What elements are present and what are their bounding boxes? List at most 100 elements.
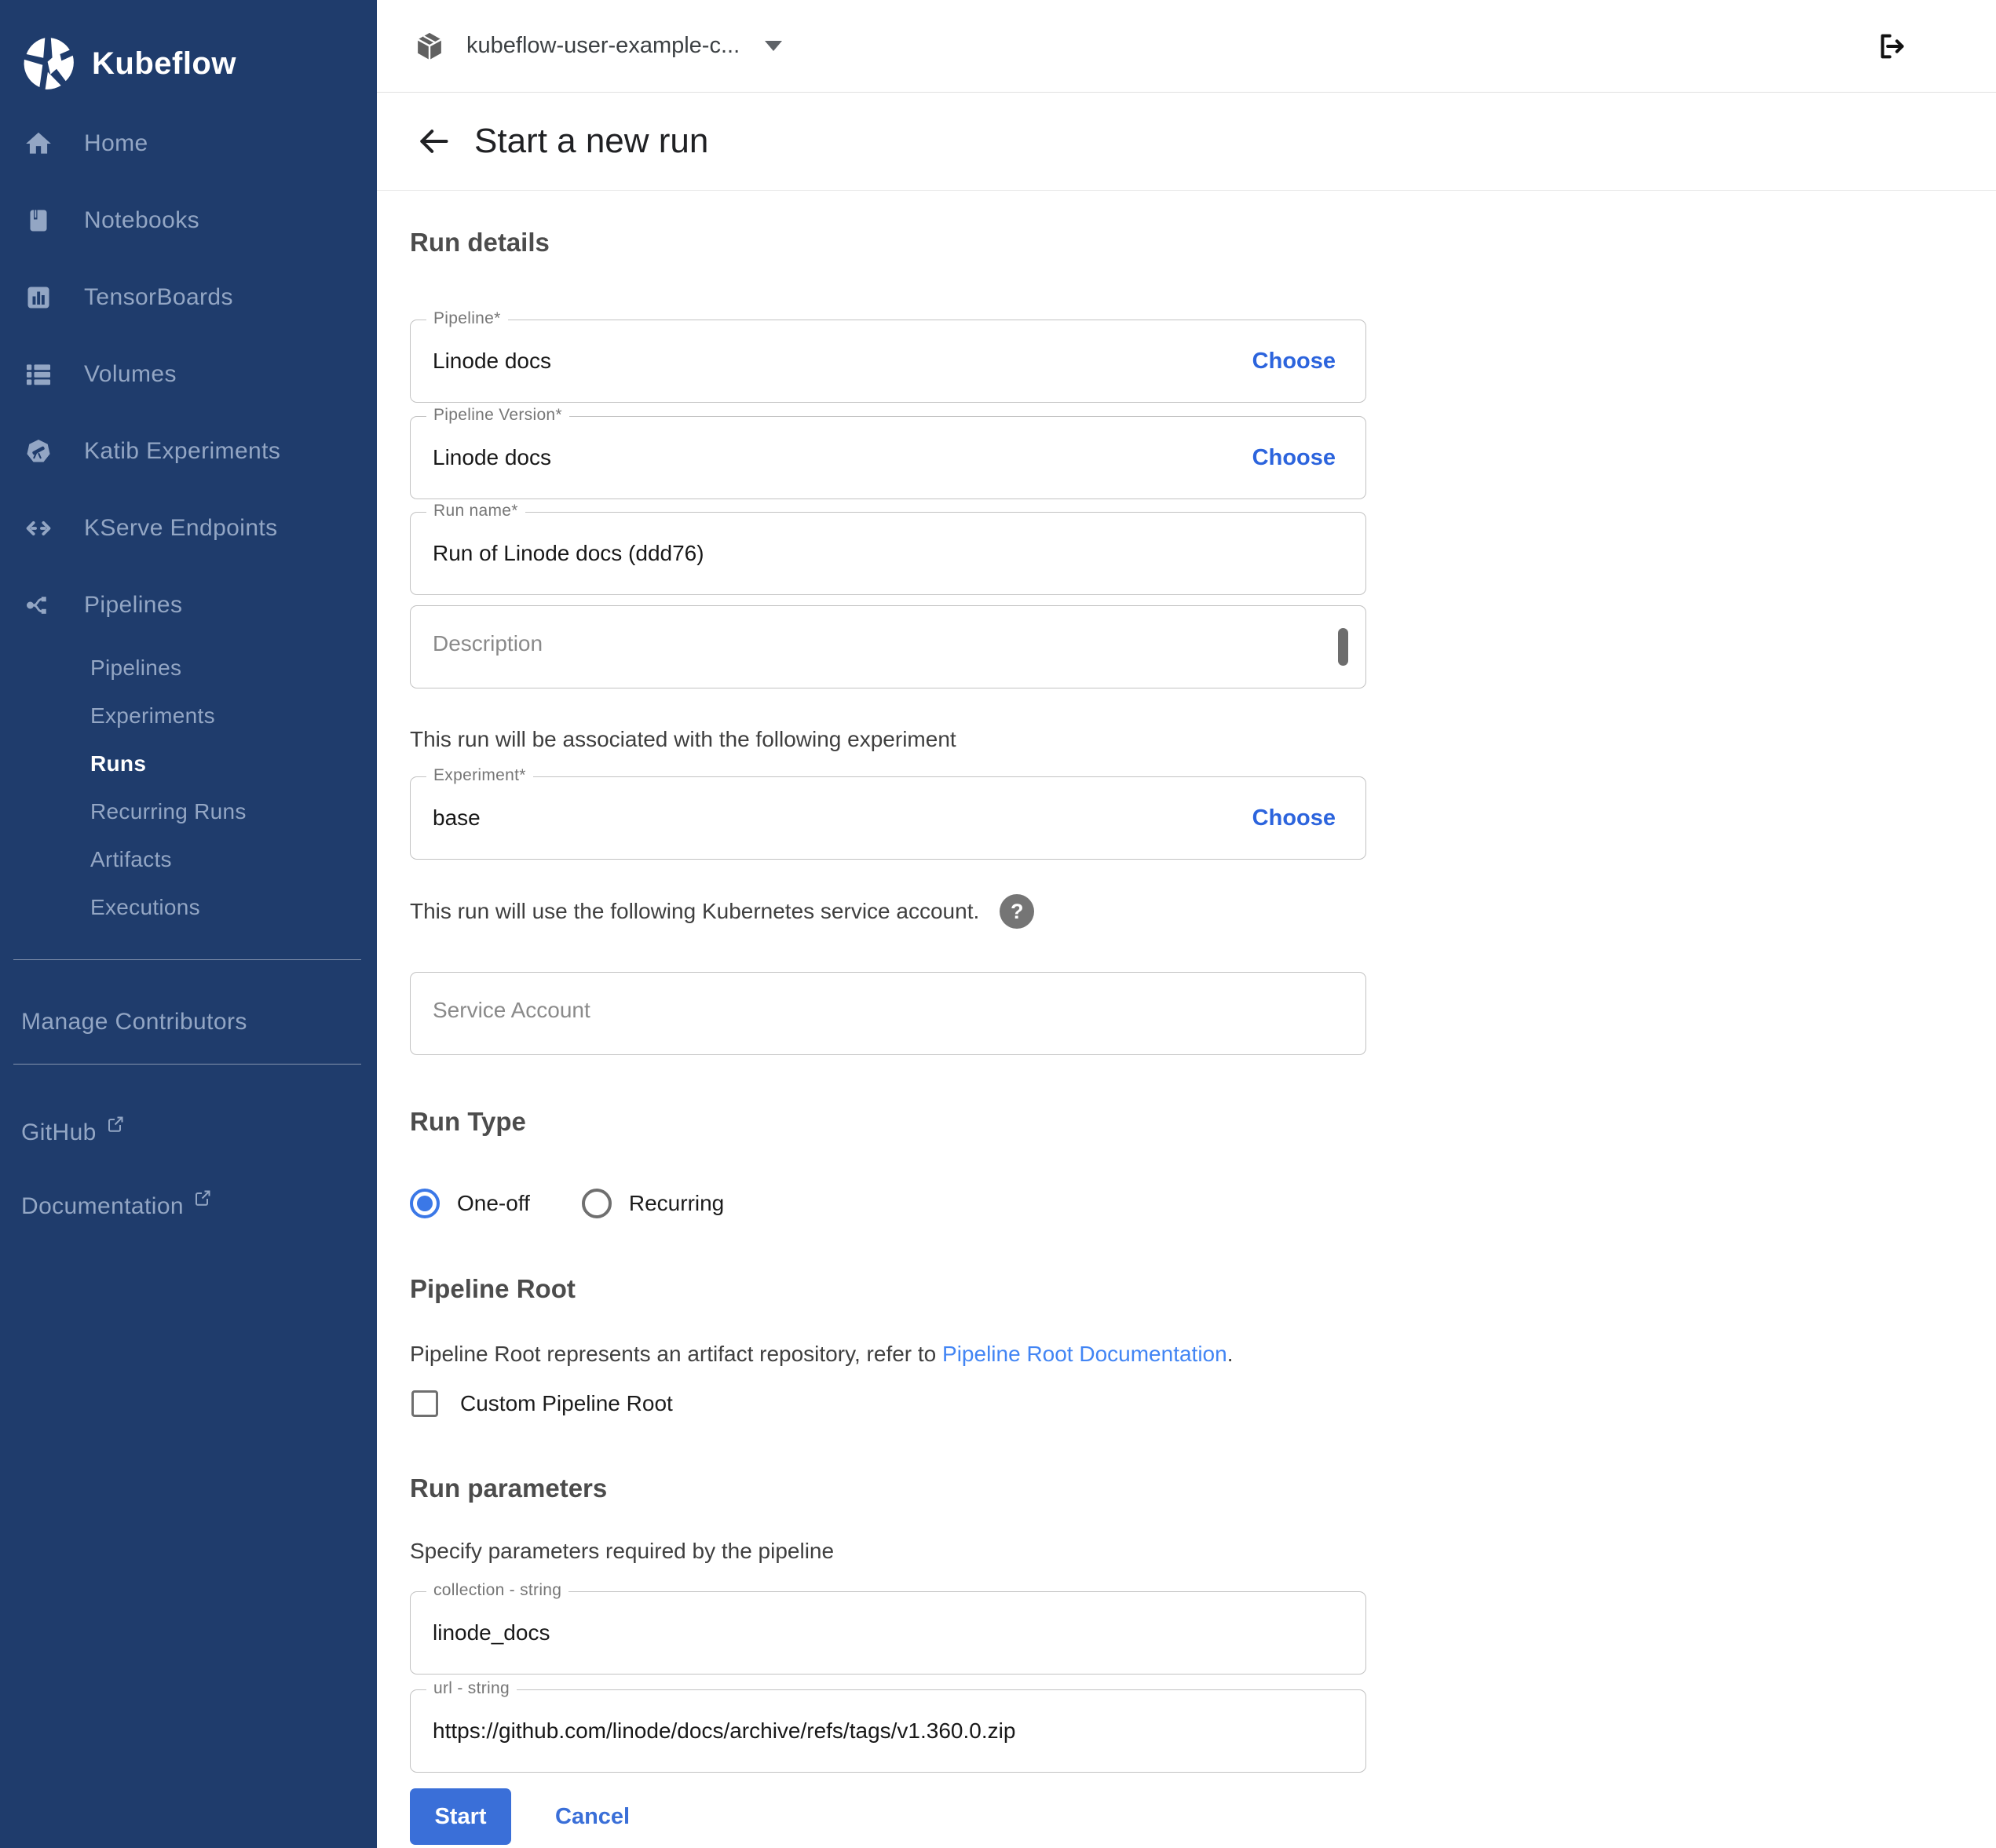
sidebar-item-katib-experiments[interactable]: Katib Experiments (0, 413, 377, 490)
page-header: Start a new run (377, 93, 1996, 191)
manage-contributors-label: Manage Contributors (21, 1009, 247, 1035)
sidebar-item-label: KServe Endpoints (84, 515, 278, 542)
run-name-field: Run name* (410, 512, 1366, 595)
param-url-field: url - string (410, 1689, 1366, 1773)
custom-pipeline-root-label: Custom Pipeline Root (460, 1391, 673, 1416)
service-account-input[interactable] (411, 998, 1365, 1023)
sidebar-item-notebooks[interactable]: Notebooks (0, 182, 377, 259)
run-name-field-label: Run name* (426, 502, 525, 520)
volumes-icon (21, 357, 56, 392)
pipeline-field: Pipeline* Linode docs Choose (410, 320, 1366, 403)
pipeline-version-field: Pipeline Version* Linode docs Choose (410, 416, 1366, 499)
sidebar-item-pipelines[interactable]: Pipelines (0, 567, 377, 644)
run-type-options: One-off Recurring (410, 1186, 1996, 1221)
sidebar-subitem-executions[interactable]: Executions (0, 883, 377, 931)
service-account-field (410, 972, 1366, 1055)
subitem-label: Experiments (90, 703, 215, 729)
pipeline-root-description: Pipeline Root represents an artifact rep… (410, 1340, 1996, 1368)
service-account-note: This run will use the following Kubernet… (410, 898, 979, 925)
kubeflow-logo-icon (21, 35, 78, 92)
subitem-label: Recurring Runs (90, 799, 247, 824)
pipeline-root-text-suffix: . (1227, 1342, 1234, 1366)
sidebar-subitem-runs[interactable]: Runs (0, 740, 377, 787)
external-link-icon (106, 1115, 125, 1134)
sidebar-item-label: Pipelines (84, 592, 182, 619)
sidebar-item-label: Notebooks (84, 207, 199, 234)
custom-pipeline-root-checkbox[interactable]: Custom Pipeline Root (410, 1389, 1996, 1419)
description-scrollbar-thumb[interactable] (1338, 628, 1348, 666)
help-icon[interactable]: ? (1000, 894, 1034, 929)
form-actions: Start Cancel (410, 1788, 1996, 1845)
code-arrows-icon (21, 511, 56, 546)
radio-recurring[interactable]: Recurring (582, 1189, 724, 1218)
logout-icon[interactable] (1877, 31, 1908, 62)
pipeline-version-field-label: Pipeline Version* (426, 406, 569, 425)
param-collection-label: collection - string (426, 1581, 568, 1600)
pipeline-version-choose-button[interactable]: Choose (1252, 445, 1336, 471)
sidebar-item-manage-contributors[interactable]: Manage Contributors (0, 960, 377, 1035)
sidebar-item-label: Katib Experiments (84, 438, 280, 465)
sidebar-item-tensorboards[interactable]: TensorBoards (0, 259, 377, 336)
run-name-input[interactable] (411, 513, 1365, 594)
namespace-cube-icon (413, 30, 446, 63)
page-title: Start a new run (474, 122, 708, 161)
pipeline-root-doc-link[interactable]: Pipeline Root Documentation (942, 1342, 1227, 1366)
radio-unselected-icon (582, 1189, 612, 1218)
run-type-heading: Run Type (410, 1106, 1996, 1138)
sidebar-subitem-experiments[interactable]: Experiments (0, 692, 377, 740)
notebook-icon (21, 203, 56, 238)
github-label: GitHub (21, 1119, 97, 1146)
sidebar-link-github[interactable]: GitHub (0, 1119, 377, 1146)
run-parameters-heading: Run parameters (410, 1473, 1996, 1504)
radio-selected-icon (410, 1189, 440, 1218)
bar-chart-icon (21, 280, 56, 315)
pipeline-root-text: Pipeline Root represents an artifact rep… (410, 1342, 942, 1366)
experiment-choose-button[interactable]: Choose (1252, 805, 1336, 831)
subitem-label: Artifacts (90, 847, 172, 872)
radio-one-off[interactable]: One-off (410, 1189, 530, 1218)
form-body: Run details Pipeline* Linode docs Choose… (377, 191, 1996, 1848)
chevron-down-icon (765, 41, 782, 51)
pipelines-icon (21, 588, 56, 623)
description-input[interactable] (411, 631, 1365, 656)
param-url-label: url - string (426, 1679, 517, 1698)
sidebar-subitem-artifacts[interactable]: Artifacts (0, 835, 377, 883)
subitem-label: Executions (90, 895, 200, 920)
sidebar-divider (13, 1064, 361, 1065)
checkbox-unchecked-icon (411, 1390, 438, 1417)
namespace-selector[interactable]: kubeflow-user-example-c... (413, 30, 782, 63)
cancel-button[interactable]: Cancel (555, 1804, 630, 1830)
pipeline-field-label: Pipeline* (426, 309, 508, 328)
sidebar-item-label: TensorBoards (84, 284, 233, 311)
pipeline-field-value: Linode docs (433, 349, 551, 374)
description-field (410, 605, 1366, 688)
documentation-label: Documentation (21, 1193, 184, 1220)
recurring-label: Recurring (629, 1191, 724, 1216)
param-collection-field: collection - string (410, 1591, 1366, 1675)
sidebar-item-kserve-endpoints[interactable]: KServe Endpoints (0, 490, 377, 567)
main-area: kubeflow-user-example-c... Start a new r… (377, 0, 1996, 1848)
start-button[interactable]: Start (410, 1788, 511, 1845)
arrow-back-icon[interactable] (416, 124, 451, 159)
kubeflow-app: Kubeflow Home Notebooks TensorBoards (0, 0, 1996, 1848)
sidebar-link-documentation[interactable]: Documentation (0, 1193, 377, 1220)
katib-icon (21, 434, 56, 469)
experiment-field: Experiment* base Choose (410, 776, 1366, 860)
experiment-field-label: Experiment* (426, 766, 533, 785)
sidebar-subitem-pipelines[interactable]: Pipelines (0, 644, 377, 692)
pipeline-version-field-value: Linode docs (433, 445, 551, 470)
pipeline-choose-button[interactable]: Choose (1252, 349, 1336, 374)
sidebar-subitem-recurring-runs[interactable]: Recurring Runs (0, 787, 377, 835)
sidebar-item-label: Volumes (84, 361, 177, 388)
param-collection-input[interactable] (411, 1592, 1365, 1674)
kubeflow-brand[interactable]: Kubeflow (0, 0, 377, 104)
home-icon (21, 126, 56, 161)
sidebar-item-home[interactable]: Home (0, 105, 377, 182)
sidebar-item-volumes[interactable]: Volumes (0, 336, 377, 413)
experiment-field-value: base (433, 805, 481, 831)
param-url-input[interactable] (411, 1690, 1365, 1772)
run-details-heading: Run details (410, 227, 1996, 258)
pipeline-root-heading: Pipeline Root (410, 1273, 1996, 1305)
subitem-label: Pipelines (90, 656, 181, 681)
subitem-label: Runs (90, 751, 146, 776)
